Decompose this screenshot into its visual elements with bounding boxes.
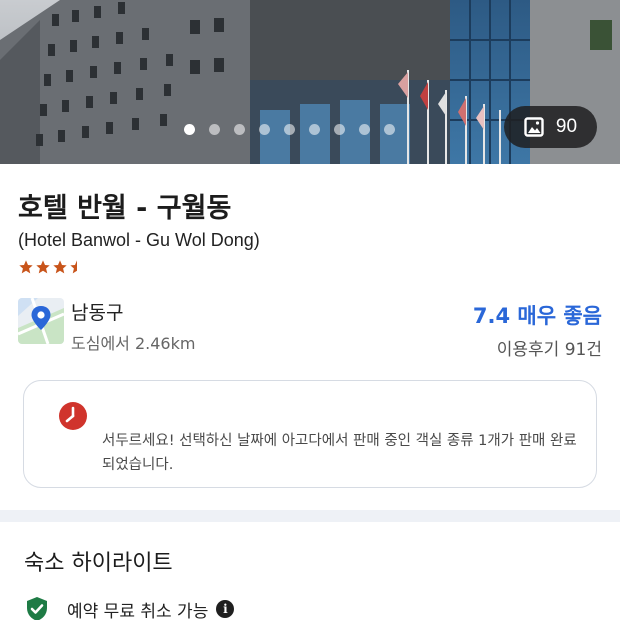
distance-from-center: 도심에서 2.46km xyxy=(71,334,196,353)
map-pin-icon xyxy=(18,298,64,344)
alert-message: 서두르세요! 선택하신 날짜에 아고다에서 판매 중인 객실 종류 1개가 판매… xyxy=(102,433,577,473)
carousel-dot[interactable] xyxy=(209,123,220,135)
image-icon xyxy=(524,117,544,137)
highlights-title: 숙소 하이라이트 xyxy=(24,551,173,576)
shield-check-icon xyxy=(27,597,47,620)
carousel-dot[interactable] xyxy=(309,123,320,135)
sold-out-alert: 서두르세요! 선택하신 날짜에 아고다에서 판매 중인 객실 종류 1개가 판매… xyxy=(23,380,597,488)
half-star-icon xyxy=(70,260,77,274)
star-icon xyxy=(53,260,67,274)
review-count[interactable]: 이용후기 91건 xyxy=(497,335,602,360)
carousel-dot[interactable] xyxy=(184,123,195,135)
star-rating xyxy=(18,259,85,275)
highlight-item[interactable]: 예약 무료 취소 가능 i xyxy=(25,596,235,620)
hotel-photo-carousel[interactable]: 90 xyxy=(0,0,620,164)
highlight-label: 예약 무료 취소 가능 xyxy=(67,601,209,620)
carousel-dot[interactable] xyxy=(359,123,370,135)
photo-count-label: 90 xyxy=(555,116,578,137)
carousel-dot[interactable] xyxy=(384,123,395,135)
section-divider xyxy=(0,510,620,522)
star-icon xyxy=(19,260,33,274)
carousel-dot[interactable] xyxy=(259,123,270,135)
photo-count-button[interactable]: 90 xyxy=(504,106,597,148)
carousel-dots[interactable] xyxy=(184,122,395,136)
carousel-dot[interactable] xyxy=(334,123,345,135)
review-score[interactable]: 7.4 매우 좋음 xyxy=(473,300,602,330)
carousel-dot[interactable] xyxy=(234,123,245,135)
hotel-name: 호텔 반월 - 구월동 xyxy=(18,193,232,224)
map-thumbnail[interactable] xyxy=(18,298,64,344)
district-name: 남동구 xyxy=(71,302,124,324)
hotel-name-english: (Hotel Banwol - Gu Wol Dong) xyxy=(18,230,260,250)
carousel-dot[interactable] xyxy=(284,123,295,135)
clock-icon xyxy=(59,402,87,430)
star-icon xyxy=(36,260,50,274)
info-icon[interactable]: i xyxy=(216,600,235,618)
